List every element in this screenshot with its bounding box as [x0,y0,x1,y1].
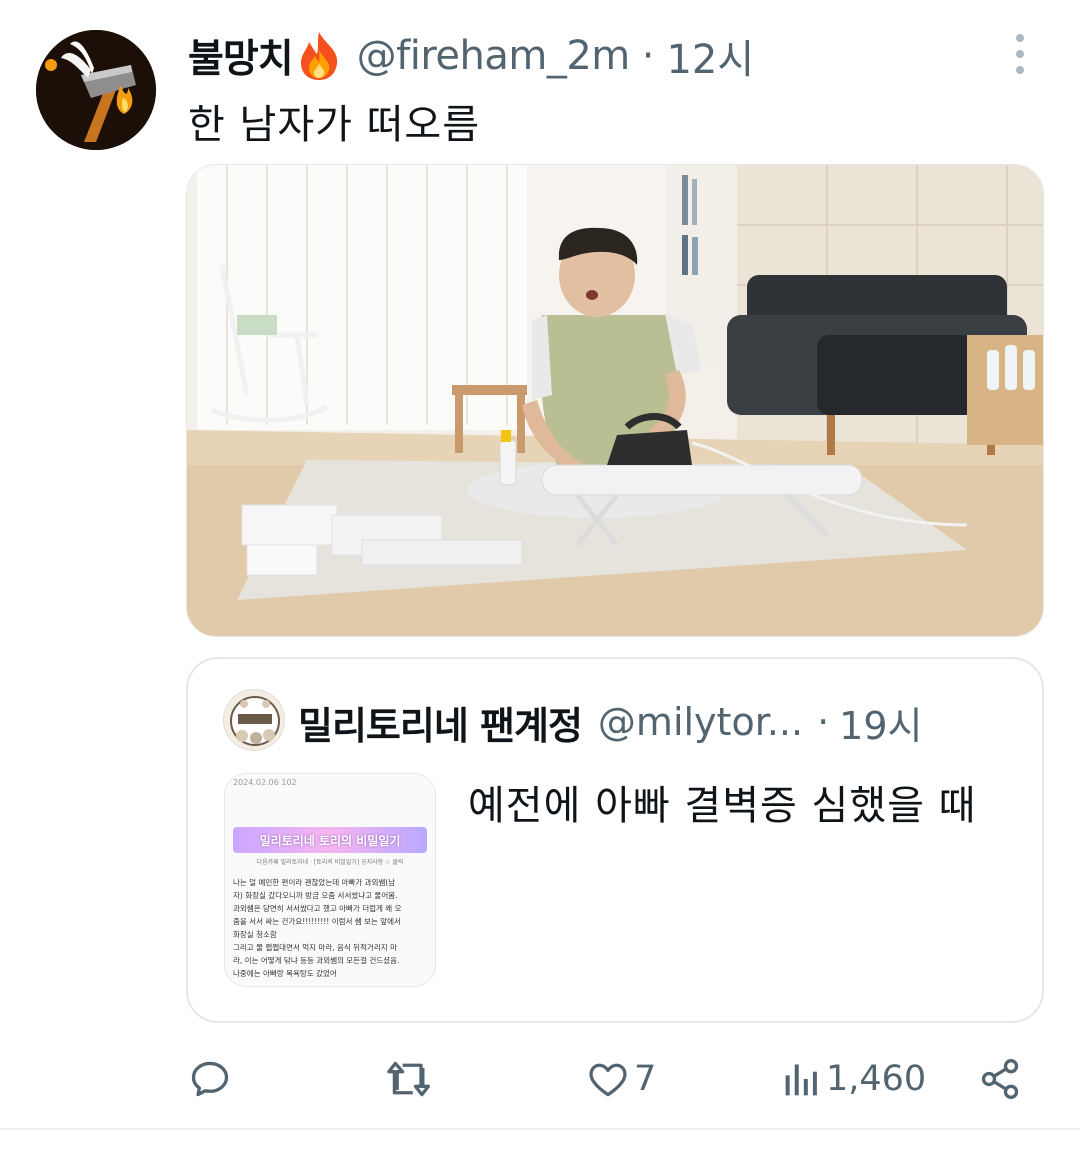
like-button[interactable]: 7 [586,1048,656,1110]
author-display-name[interactable]: 불망치 [188,28,294,84]
heart-icon [589,1063,627,1097]
divider [0,1128,1080,1130]
share-icon [981,1059,1019,1099]
more-dot [1016,50,1024,58]
author-avatar[interactable] [36,30,156,150]
reply-icon [191,1061,229,1097]
quoted-author-handle[interactable]: @milytor... [598,700,803,744]
tweet-action-bar: 7 1,460 [0,1048,1080,1110]
thumbnail-line: 그리고 물 쩝쩝대면서 먹지 마라, 음식 뒤적거리지 마 [233,943,397,952]
fire-emoji-icon [295,30,343,82]
thumbnail-line: 나는 덜 예민한 편이라 괜찮았는데 아빠가 과외쌤(남 [233,878,396,887]
share-button[interactable] [978,1048,1026,1110]
quoted-avatar-image [224,690,284,750]
more-dot [1016,66,1024,74]
hammer-avatar-image [36,30,156,150]
separator-dot: · [641,33,655,79]
views-button[interactable]: 1,460 [782,1048,926,1110]
thumbnail-line: 자) 화장실 갔다오니까 방금 오줌 서서쌌냐고 물어봄. [233,891,398,900]
more-options-icon[interactable] [1008,34,1032,74]
quoted-author-avatar[interactable] [223,689,285,751]
quoted-author-display-name[interactable]: 밀리토리네 팬계정 [298,695,583,750]
quoted-tweet-text: 예전에 아빠 결벽증 심했을 때 [468,783,977,829]
quoted-tweet-header: 밀리토리네 팬계정 @milytor... · 19시 [298,695,922,750]
tweet-time[interactable]: 12시 [666,27,754,85]
tweet-header: 불망치 @fireham_2m · 12시 [188,28,754,84]
retweet-button[interactable] [386,1048,438,1110]
thumbnail-date: 2024.02.06 102 [233,778,297,787]
thumbnail-line: 라, 이는 어떻게 닦냐 등등 과외쌤의 모든걸 건드셨음. [233,956,400,965]
thumbnail-banner-title: 밀리토리네 토리의 비밀일기 [259,833,401,848]
views-icon [785,1064,817,1096]
quoted-tweet-card[interactable]: 밀리토리네 팬계정 @milytor... · 19시 2024.02.06 1… [186,657,1044,1023]
photo-man-ironing [187,165,1043,636]
separator-dot: · [817,700,830,744]
reply-button[interactable] [188,1048,236,1110]
retweet-icon [387,1061,430,1097]
thumbnail-subtitle: 다음카페 밀리토리네 · [토리의 비밀일기] 공지사항 ☆ 클릭 [256,859,404,866]
thumbnail-line: 나중에는 아빠랑 목욕탕도 갔었어 [233,969,337,978]
thumbnail-banner: 밀리토리네 토리의 비밀일기 [233,827,427,853]
more-dot [1016,34,1024,42]
thumbnail-line: 줌을 서서 싸는 건가요!!!!!!!!! 이럼서 쌤 보는 앞에서 [233,917,401,926]
thumbnail-line: 과외쌤은 당연히 서서쌌다고 했고 아빠가 더럽게 왜 오 [233,904,402,913]
author-handle[interactable]: @fireham_2m [357,33,631,79]
tweet[interactable]: 불망치 @fireham_2m · 12시 한 남자가 떠오름 밀리토리네 팬계… [0,0,1080,1155]
thumbnail-line: 화장실 청소함 [233,930,277,939]
tweet-text: 한 남자가 떠오름 [188,102,481,148]
quoted-tweet-time[interactable]: 19시 [839,695,922,750]
like-count: 7 [634,1059,657,1099]
quoted-tweet-thumbnail[interactable]: 2024.02.06 102 밀리토리네 토리의 비밀일기 다음카페 밀리토리네… [224,773,436,987]
views-count: 1,460 [826,1059,927,1099]
thumbnail-body: 나는 덜 예민한 편이라 괜찮았는데 아빠가 과외쌤(남 자) 화장실 갔다오니… [233,876,427,980]
tweet-media-photo[interactable] [186,164,1044,637]
